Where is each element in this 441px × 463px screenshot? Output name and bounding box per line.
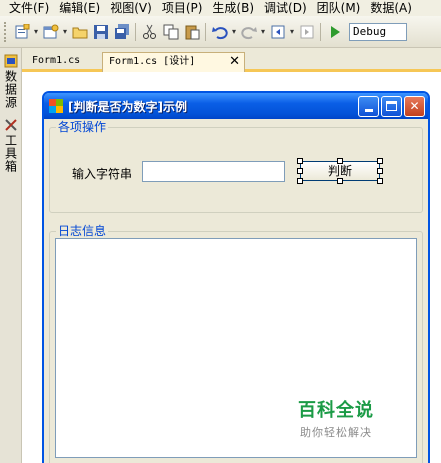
- menu-project[interactable]: 项目(P): [157, 0, 208, 16]
- selection-handle[interactable]: [337, 158, 343, 164]
- watermark-sub-text: 助你轻松解决: [300, 426, 372, 439]
- start-debugging-icon[interactable]: [325, 22, 344, 41]
- navigate-forward-icon[interactable]: [297, 22, 316, 41]
- datasource-label: 数据源: [3, 70, 18, 109]
- document-tab-strip: Form1.cs Form1.cs [设计] ✕: [22, 48, 441, 72]
- datasource-icon: [4, 54, 18, 68]
- selection-handle[interactable]: [297, 168, 303, 174]
- menu-data[interactable]: 数据(A): [365, 0, 417, 16]
- menu-build[interactable]: 生成(B): [207, 0, 259, 16]
- solution-configuration-select[interactable]: Debug: [349, 22, 407, 41]
- form-titlebar[interactable]: [判断是否为数字]示例 ✕: [44, 93, 428, 119]
- log-group-label: 日志信息: [56, 224, 109, 238]
- form-title: [判断是否为数字]示例: [68, 99, 187, 114]
- selection-handle[interactable]: [297, 178, 303, 184]
- navigate-backward-dropdown-icon[interactable]: ▾: [288, 22, 296, 41]
- toolbox-label: 工具箱: [3, 134, 18, 173]
- tab-form1-code[interactable]: Form1.cs: [26, 52, 86, 72]
- close-tab-icon[interactable]: ✕: [229, 53, 240, 71]
- input-string-label: 输入字符串: [72, 167, 133, 181]
- toolbar-separator: [135, 22, 136, 41]
- selection-handle[interactable]: [377, 168, 383, 174]
- tab-form1-designer-label: Form1.cs [设计]: [109, 56, 196, 67]
- selection-handle[interactable]: [337, 178, 343, 184]
- form-app-icon: [49, 99, 63, 113]
- save-all-icon[interactable]: [112, 22, 131, 41]
- left-dock-strip: 数据源 工具箱: [0, 48, 22, 463]
- menu-view[interactable]: 视图(V): [105, 0, 157, 16]
- tab-form1-designer[interactable]: Form1.cs [设计] ✕: [102, 52, 245, 72]
- cut-icon[interactable]: [140, 22, 159, 41]
- menu-file[interactable]: 文件(F): [4, 0, 54, 16]
- navigate-backward-icon[interactable]: [268, 22, 287, 41]
- undo-dropdown-icon[interactable]: ▾: [230, 22, 238, 41]
- selection-handle[interactable]: [297, 158, 303, 164]
- new-project-icon[interactable]: [12, 22, 31, 41]
- selection-handle[interactable]: [377, 178, 383, 184]
- designer-surface[interactable]: [判断是否为数字]示例 ✕ 各项操作 输入字符串 判断 日志信息: [22, 75, 441, 463]
- add-item-dropdown-icon[interactable]: ▾: [61, 22, 69, 41]
- undo-icon[interactable]: [210, 22, 229, 41]
- menu-edit[interactable]: 编辑(E): [54, 0, 105, 16]
- paste-icon[interactable]: [182, 22, 201, 41]
- menu-bar: 文件(F) 编辑(E) 视图(V) 项目(P) 生成(B) 调试(D) 团队(M…: [0, 0, 441, 16]
- operations-group-label: 各项操作: [56, 120, 109, 134]
- watermark: 百科全说 助你轻松解决: [298, 396, 374, 440]
- toolbox-icon: [4, 118, 18, 132]
- toolbar-grip[interactable]: [4, 21, 7, 42]
- open-folder-icon[interactable]: [70, 22, 89, 41]
- maximize-icon[interactable]: [381, 95, 402, 117]
- toolbar-separator: [205, 22, 206, 41]
- copy-icon[interactable]: [161, 22, 180, 41]
- operations-groupbox[interactable]: 各项操作 输入字符串 判断: [49, 120, 423, 213]
- menu-debug[interactable]: 调试(D): [259, 0, 312, 16]
- redo-dropdown-icon[interactable]: ▾: [259, 22, 267, 41]
- toolbar-separator: [320, 22, 321, 41]
- save-icon[interactable]: [91, 22, 110, 41]
- redo-icon[interactable]: [239, 22, 258, 41]
- minimize-icon[interactable]: [358, 95, 379, 117]
- watermark-main-text: 百科全说: [298, 400, 374, 421]
- input-string-field[interactable]: [142, 161, 285, 182]
- close-icon[interactable]: ✕: [404, 95, 425, 117]
- menu-team[interactable]: 团队(M): [312, 0, 366, 16]
- selection-handle[interactable]: [377, 158, 383, 164]
- dock-tab-datasource[interactable]: 数据源: [2, 54, 20, 109]
- new-project-dropdown-icon[interactable]: ▾: [32, 22, 40, 41]
- tab-form1-code-label: Form1.cs: [32, 55, 81, 66]
- add-item-icon[interactable]: [41, 22, 60, 41]
- dock-tab-toolbox[interactable]: 工具箱: [2, 118, 20, 173]
- standard-toolbar: ▾ ▾ ▾ ▾ ▾ Debug: [0, 16, 441, 48]
